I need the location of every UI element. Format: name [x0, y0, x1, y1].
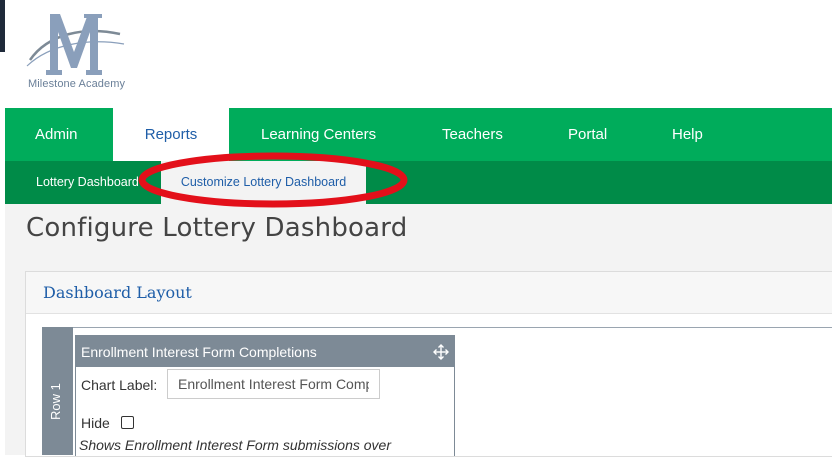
nav-item-reports[interactable]: Reports: [113, 108, 229, 161]
window-edge: [0, 0, 5, 52]
nav-item-help[interactable]: Help: [672, 108, 703, 161]
sub-nav: Lottery Dashboard Customize Lottery Dash…: [5, 161, 832, 204]
panel-title: Dashboard Layout: [43, 283, 192, 302]
nav-item-teachers[interactable]: Teachers: [442, 108, 503, 161]
main-nav: Admin Reports Learning Centers Teachers …: [5, 108, 832, 161]
page-title: Configure Lottery Dashboard: [26, 213, 408, 243]
chart-label-input[interactable]: [167, 369, 380, 399]
panel-header: Dashboard Layout: [26, 272, 832, 314]
subnav-item-customize-lottery-dashboard[interactable]: Customize Lottery Dashboard: [161, 161, 366, 204]
subnav-item-lottery-dashboard[interactable]: Lottery Dashboard: [36, 161, 139, 204]
nav-item-learning-centers[interactable]: Learning Centers: [261, 108, 376, 161]
hide-checkbox[interactable]: [121, 416, 134, 429]
nav-item-portal[interactable]: Portal: [568, 108, 607, 161]
widget-description: Shows Enrollment Interest Form submissio…: [79, 437, 391, 453]
nav-item-admin[interactable]: Admin: [35, 108, 78, 161]
widget-header[interactable]: Enrollment Interest Form Completions: [76, 336, 454, 367]
brand-name: Milestone Academy: [28, 78, 126, 90]
move-arrows-icon[interactable]: [432, 343, 450, 361]
hide-label: Hide: [81, 415, 110, 431]
chart-label-text: Chart Label:: [81, 377, 158, 393]
widget-title: Enrollment Interest Form Completions: [81, 344, 317, 360]
dashboard-widget: Enrollment Interest Form Completions Cha…: [75, 335, 455, 456]
row-label: Row 1: [48, 383, 63, 420]
